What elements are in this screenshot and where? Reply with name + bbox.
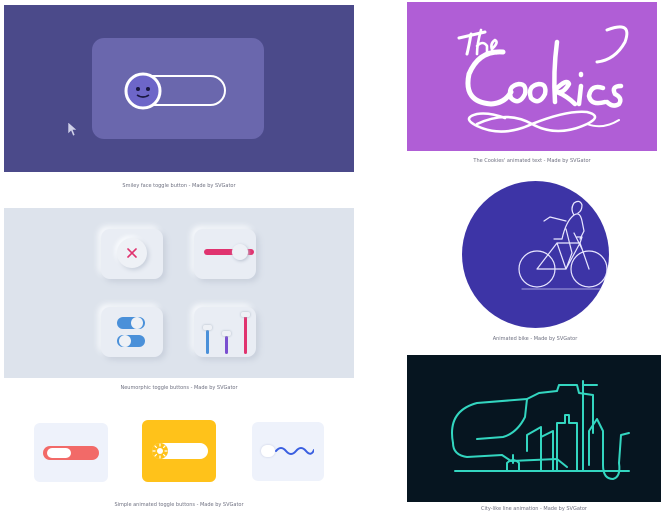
neumorphic-switches-card (101, 307, 163, 357)
equalizer-slider-2[interactable] (225, 336, 228, 354)
cookies-panel (407, 2, 657, 151)
smiley-toggle-caption: Smiley face toggle button - Made by SVGa… (122, 183, 236, 189)
cursor-icon (67, 121, 78, 137)
bicycle-icon (518, 200, 608, 290)
equalizer-slider-1[interactable] (206, 330, 209, 354)
equalizer-slider-3[interactable] (244, 316, 247, 354)
smiley-icon[interactable] (123, 71, 163, 111)
equalizer-slider-3-knob (241, 312, 250, 317)
simple-toggles-caption: Simple animated toggle buttons - Made by… (114, 502, 244, 508)
neumorphic-caption: Neumorphic toggle buttons - Made by SVGa… (120, 385, 238, 391)
cookies-caption: The Cookies' animated text - Made by SVG… (473, 158, 591, 164)
neumorphic-slide-knob[interactable] (232, 244, 248, 260)
smiley-toggle-panel (4, 5, 354, 172)
close-icon (127, 248, 137, 258)
neumorphic-switch-1-knob (131, 317, 143, 329)
wave-toggle-knob[interactable] (261, 445, 275, 457)
neumorphic-switch-2-knob (119, 335, 131, 347)
wave-icon (275, 447, 314, 455)
neumorphic-panel (4, 208, 354, 378)
city-line-caption: City-like line animation - Made by SVGat… (481, 506, 587, 512)
bike-caption: Animated bike - Made by SVGator (492, 336, 578, 342)
cookies-lettering (457, 25, 629, 133)
equalizer-slider-2-knob (222, 331, 231, 336)
equalizer-slider-1-knob (203, 325, 212, 330)
sun-icon (152, 443, 168, 459)
red-toggle-knob (47, 448, 71, 458)
city-line-drawing (451, 380, 630, 480)
